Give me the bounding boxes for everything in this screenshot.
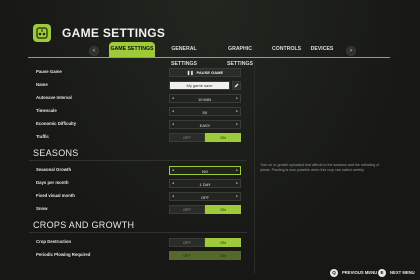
row-seasonal-growth: Seasonal Growth ◂ NO ▸ (29, 164, 247, 176)
row-periodic-plowing: Periodic Plowing Required OFF ON (29, 249, 247, 261)
row-economic-difficulty: Economic Difficulty ◂ EASY ▸ (29, 118, 247, 130)
row-label: Periodic Plowing Required (36, 252, 91, 257)
row-label: Fixed visual month (36, 193, 75, 198)
autosave-interval-selector[interactable]: ◂ 10 MIN. ▸ (169, 93, 241, 103)
row-label: Traffic (36, 134, 49, 139)
crop-destruction-toggle[interactable]: OFF ON (169, 237, 241, 247)
row-label: Autosave Interval (36, 95, 72, 100)
row-label: Snow (36, 206, 48, 211)
header: GAME SETTINGS (33, 22, 165, 44)
traffic-toggle[interactable]: OFF ON (169, 132, 241, 142)
row-name: Name My game save (29, 79, 247, 91)
tab-graphic-settings[interactable]: GRAPHIC SETTINGS (216, 42, 264, 67)
toggle-off[interactable]: OFF (169, 237, 205, 247)
section-divider (29, 232, 247, 233)
setting-description: Turn on or growth uploaded that affects … (260, 163, 380, 172)
seasonal-growth-selector[interactable]: ◂ NO ▸ (169, 165, 241, 175)
edit-name-button[interactable] (232, 80, 241, 90)
row-days-per-month: Days per month ◂ 1 DAY ▸ (29, 177, 247, 189)
arrow-right-icon[interactable]: ▸ (236, 194, 238, 198)
section-title-seasons: SEASONS (33, 148, 79, 158)
pencil-icon (234, 83, 239, 87)
selector-value: 5X (202, 109, 208, 115)
fixed-visual-month-selector[interactable]: ◂ OFF ▸ (169, 191, 241, 201)
game-logo-icon (33, 24, 51, 42)
next-menu-button[interactable]: E NEXT MENU (378, 268, 415, 277)
toggle-off[interactable]: OFF (169, 250, 205, 260)
days-per-month-selector[interactable]: ◂ 1 DAY ▸ (169, 178, 241, 188)
description-panel: Turn on or growth uploaded that affects … (254, 60, 391, 274)
toggle-on[interactable]: ON (205, 250, 241, 260)
row-autosave: Autosave Interval ◂ 10 MIN. ▸ (29, 92, 247, 104)
selector-value: 1 DAY (199, 181, 211, 187)
previous-menu-button[interactable]: Q PREVIOUS MENU (330, 268, 377, 277)
row-label: Seasonal Growth (36, 167, 72, 172)
arrow-right-icon[interactable]: ▸ (236, 168, 238, 172)
pause-icon: ❚❚ (186, 69, 194, 75)
key-q-icon: Q (330, 268, 338, 277)
row-label: Name (36, 82, 48, 87)
toggle-on[interactable]: ON (205, 132, 241, 142)
row-label: Pause Game (36, 69, 62, 74)
row-crop-destruction: Crop Destruction OFF ON (29, 236, 247, 248)
chevron-right-icon: > (349, 48, 353, 54)
key-e-icon: E (378, 268, 386, 277)
arrow-right-icon[interactable]: ▸ (236, 109, 238, 113)
section-title-crops: CROPS AND GROWTH (33, 220, 135, 230)
snow-toggle[interactable]: OFF ON (169, 204, 241, 214)
tab-devices[interactable]: DEVICES (309, 42, 335, 57)
toggle-on[interactable]: ON (205, 237, 241, 247)
save-name-input[interactable]: My game save (169, 80, 230, 90)
economic-difficulty-selector[interactable]: ◂ EASY ▸ (169, 119, 241, 129)
tab-controls[interactable]: CONTROLS (272, 42, 301, 57)
section-divider (29, 160, 247, 161)
arrow-right-icon[interactable]: ▸ (236, 122, 238, 126)
selector-value: OFF (201, 194, 209, 200)
selector-value: 10 MIN. (197, 96, 212, 102)
toggle-off[interactable]: OFF (169, 132, 205, 142)
tab-next-button[interactable]: > (346, 46, 356, 56)
tab-underline (28, 57, 390, 58)
tab-prev-button[interactable]: < (89, 46, 99, 56)
row-traffic: Traffic OFF ON (29, 131, 247, 143)
next-menu-label: NEXT MENU (390, 270, 415, 275)
row-pause-game: Pause Game ❚❚ PAUSE GAME (29, 66, 247, 78)
game-settings-screen: GAME SETTINGS < GAME SETTINGS GENERAL SE… (0, 0, 420, 280)
toggle-off[interactable]: OFF (169, 204, 205, 214)
page-title: GAME SETTINGS (62, 26, 166, 40)
row-label: Crop Destruction (36, 239, 72, 244)
row-label: Timescale (36, 108, 57, 113)
arrow-right-icon[interactable]: ▸ (236, 181, 238, 185)
selector-value: EASY (199, 122, 211, 128)
row-snow: Snow OFF ON (29, 203, 247, 215)
tab-general-settings[interactable]: GENERAL SETTINGS (159, 42, 209, 67)
toggle-on[interactable]: ON (205, 204, 241, 214)
row-timescale: Timescale ◂ 5X ▸ (29, 105, 247, 117)
arrow-right-icon[interactable]: ▸ (236, 96, 238, 100)
previous-menu-label: PREVIOUS MENU (342, 270, 378, 275)
periodic-plowing-toggle[interactable]: OFF ON (169, 250, 241, 260)
chevron-left-icon: < (92, 48, 96, 54)
selector-value: NO (202, 168, 208, 174)
tab-game-settings[interactable]: GAME SETTINGS (109, 42, 155, 57)
row-label: Economic Difficulty (36, 121, 77, 126)
row-label: Days per month (36, 180, 69, 185)
row-fixed-visual-month: Fixed visual month ◂ OFF ▸ (29, 190, 247, 202)
timescale-selector[interactable]: ◂ 5X ▸ (169, 106, 241, 116)
pause-game-label: PAUSE GAME (196, 69, 224, 75)
settings-list: Pause Game ❚❚ PAUSE GAME Name My game sav… (29, 60, 247, 274)
pause-game-button[interactable]: ❚❚ PAUSE GAME (169, 67, 241, 77)
